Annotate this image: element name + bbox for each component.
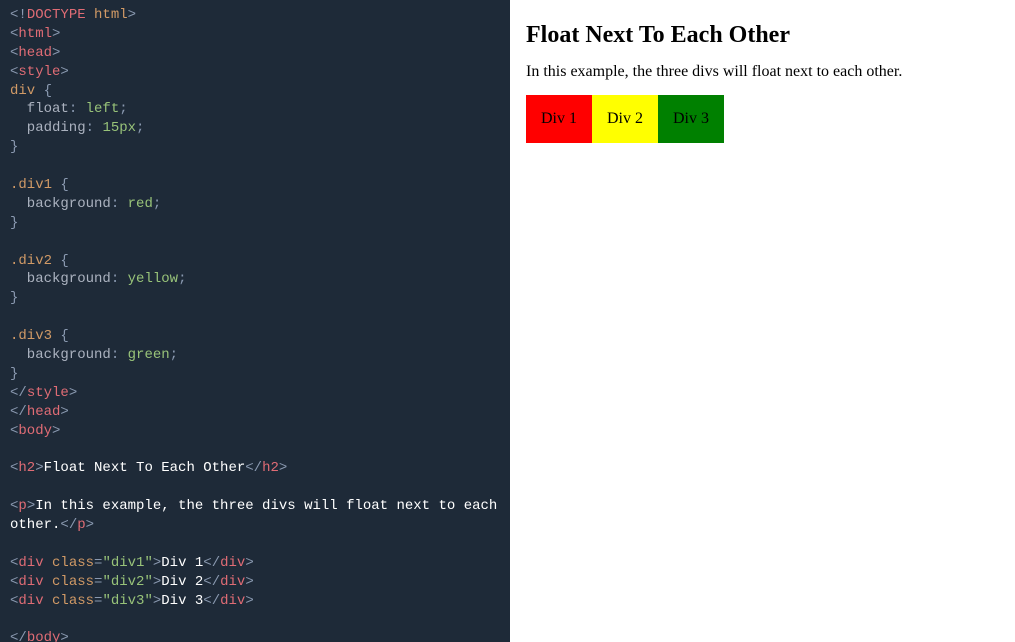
preview-paragraph: In this example, the three divs will flo… <box>526 63 999 81</box>
preview-div2: Div 2 <box>592 95 658 143</box>
code-line[interactable]: background: red; <box>10 195 500 214</box>
code-line[interactable]: } <box>10 365 500 384</box>
code-line[interactable]: <div class="div2">Div 2</div> <box>10 573 500 592</box>
code-line[interactable]: } <box>10 138 500 157</box>
code-line[interactable]: padding: 15px; <box>10 119 500 138</box>
code-line[interactable]: other.</p> <box>10 516 500 535</box>
code-line[interactable] <box>10 478 500 497</box>
code-line[interactable]: div { <box>10 82 500 101</box>
code-line[interactable]: <style> <box>10 63 500 82</box>
code-line[interactable]: <head> <box>10 44 500 63</box>
app-root: <!DOCTYPE html><html><head><style>div { … <box>0 0 1015 642</box>
code-editor-pane[interactable]: <!DOCTYPE html><html><head><style>div { … <box>0 0 510 642</box>
code-line[interactable]: background: yellow; <box>10 270 500 289</box>
code-line[interactable] <box>10 440 500 459</box>
code-line[interactable]: <p>In this example, the three divs will … <box>10 497 500 516</box>
code-line[interactable]: </body> <box>10 629 500 642</box>
code-line[interactable] <box>10 535 500 554</box>
code-line[interactable]: background: green; <box>10 346 500 365</box>
code-line[interactable]: .div3 { <box>10 327 500 346</box>
code-line[interactable]: <div class="div1">Div 1</div> <box>10 554 500 573</box>
code-line[interactable] <box>10 611 500 630</box>
code-line[interactable]: } <box>10 289 500 308</box>
code-line[interactable]: <html> <box>10 25 500 44</box>
code-line[interactable]: <body> <box>10 422 500 441</box>
preview-div3: Div 3 <box>658 95 724 143</box>
code-line[interactable] <box>10 308 500 327</box>
code-line[interactable]: <!DOCTYPE html> <box>10 6 500 25</box>
preview-heading: Float Next To Each Other <box>526 22 999 49</box>
code-line[interactable]: } <box>10 214 500 233</box>
code-line[interactable] <box>10 233 500 252</box>
code-line[interactable]: .div2 { <box>10 252 500 271</box>
code-line[interactable]: .div1 { <box>10 176 500 195</box>
code-line[interactable]: float: left; <box>10 100 500 119</box>
code-line[interactable]: <div class="div3">Div 3</div> <box>10 592 500 611</box>
preview-div1: Div 1 <box>526 95 592 143</box>
code-line[interactable]: </head> <box>10 403 500 422</box>
code-line[interactable] <box>10 157 500 176</box>
code-line[interactable]: <h2>Float Next To Each Other</h2> <box>10 459 500 478</box>
preview-pane: Float Next To Each Other In this example… <box>510 0 1015 642</box>
code-line[interactable]: </style> <box>10 384 500 403</box>
